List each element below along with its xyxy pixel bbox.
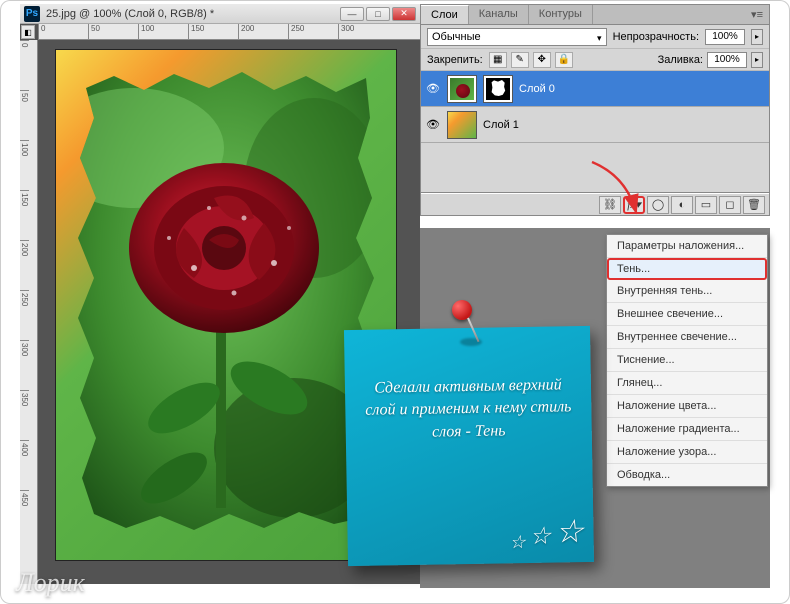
fx-color-overlay[interactable]: Наложение цвета... — [607, 395, 767, 418]
canvas[interactable] — [56, 50, 396, 560]
panel-tabs: Слои Каналы Контуры ▾≡ — [421, 5, 769, 25]
layer-style-fx-button[interactable]: fx▾ — [623, 196, 645, 214]
fill-stepper[interactable]: ▸ — [751, 52, 763, 68]
visibility-icon[interactable]: 👁 — [425, 81, 441, 97]
photoshop-icon: Ps — [24, 6, 40, 22]
blend-mode-dropdown[interactable]: Обычные — [427, 28, 607, 46]
lock-all-icon[interactable]: 🔒 — [555, 52, 573, 68]
layer-row[interactable]: 👁 Слой 0 — [421, 71, 769, 107]
layer-panel-footer: ⛓ fx▾ ◯ ◐ ▭ ◻ 🗑 — [421, 193, 769, 215]
fill-label: Заливка: — [658, 54, 703, 66]
layer-mask-icon[interactable]: ◯ — [647, 196, 669, 214]
window-title: 25.jpg @ 100% (Слой 0, RGB/8) * — [46, 8, 334, 20]
fx-gradient-overlay[interactable]: Наложение градиента... — [607, 418, 767, 441]
note-stars-decoration: ☆ ☆ ☆ — [509, 509, 584, 555]
layer-name[interactable]: Слой 0 — [519, 83, 555, 95]
layer-list: 👁 Слой 0 👁 Слой 1 — [421, 71, 769, 193]
ruler-vertical[interactable]: 050100150200250300350400450 — [20, 40, 38, 584]
adjustment-layer-icon[interactable]: ◐ — [671, 196, 693, 214]
tab-layers[interactable]: Слои — [421, 5, 469, 24]
opacity-label: Непрозрачность: — [613, 31, 699, 43]
new-layer-icon[interactable]: ◻ — [719, 196, 741, 214]
layer-thumbnail[interactable] — [447, 75, 477, 103]
fx-pattern-overlay[interactable]: Наложение узора... — [607, 441, 767, 464]
lock-transparent-icon[interactable]: ▦ — [489, 52, 507, 68]
layer-row[interactable]: 👁 Слой 1 — [421, 107, 769, 143]
delete-layer-icon[interactable]: 🗑 — [743, 196, 765, 214]
annotation-note: Сделали активным верхний слой и применим… — [344, 326, 594, 566]
ruler-origin[interactable]: ◧ — [21, 25, 35, 39]
layer-mask-thumbnail[interactable] — [483, 75, 513, 103]
artwork-rose — [74, 68, 378, 536]
panel-menu-icon[interactable]: ▾≡ — [745, 5, 769, 24]
fx-inner-glow[interactable]: Внутреннее свечение... — [607, 326, 767, 349]
fx-bevel[interactable]: Тиснение... — [607, 349, 767, 372]
watermark-text: Лорик — [16, 568, 85, 598]
fx-stroke[interactable]: Обводка... — [607, 464, 767, 486]
ruler-horizontal[interactable]: 050100150200250300 — [38, 24, 420, 40]
opacity-input[interactable]: 100% — [705, 29, 745, 45]
tab-channels[interactable]: Каналы — [469, 5, 529, 24]
layer-name[interactable]: Слой 1 — [483, 119, 519, 131]
layer-thumbnail[interactable] — [447, 111, 477, 139]
fx-drop-shadow[interactable]: Тень... — [607, 258, 767, 280]
maximize-button[interactable]: □ — [366, 7, 390, 21]
fx-inner-shadow[interactable]: Внутренняя тень... — [607, 280, 767, 303]
window-titlebar[interactable]: Ps 25.jpg @ 100% (Слой 0, RGB/8) * — □ ✕ — [20, 4, 420, 24]
fx-satin[interactable]: Глянец... — [607, 372, 767, 395]
layer-empty-area[interactable] — [421, 143, 769, 193]
fx-outer-glow[interactable]: Внешнее свечение... — [607, 303, 767, 326]
fx-blending-options[interactable]: Параметры наложения... — [607, 235, 767, 258]
close-button[interactable]: ✕ — [392, 7, 416, 21]
lock-pixels-icon[interactable]: ✎ — [511, 52, 529, 68]
group-icon[interactable]: ▭ — [695, 196, 717, 214]
opacity-stepper[interactable]: ▸ — [751, 29, 763, 45]
layers-panel: Слои Каналы Контуры ▾≡ Обычные Непрозрач… — [420, 4, 770, 216]
minimize-button[interactable]: — — [340, 7, 364, 21]
tab-paths[interactable]: Контуры — [529, 5, 593, 24]
lock-position-icon[interactable]: ✥ — [533, 52, 551, 68]
fill-input[interactable]: 100% — [707, 52, 747, 68]
note-text: Сделали активным верхний слой и применим… — [363, 374, 574, 445]
link-layers-icon[interactable]: ⛓ — [599, 196, 621, 214]
pushpin-icon — [452, 300, 476, 324]
layer-style-menu: Параметры наложения... Тень... Внутрення… — [606, 234, 768, 487]
lock-label: Закрепить: — [427, 54, 483, 66]
visibility-icon[interactable]: 👁 — [425, 117, 441, 133]
